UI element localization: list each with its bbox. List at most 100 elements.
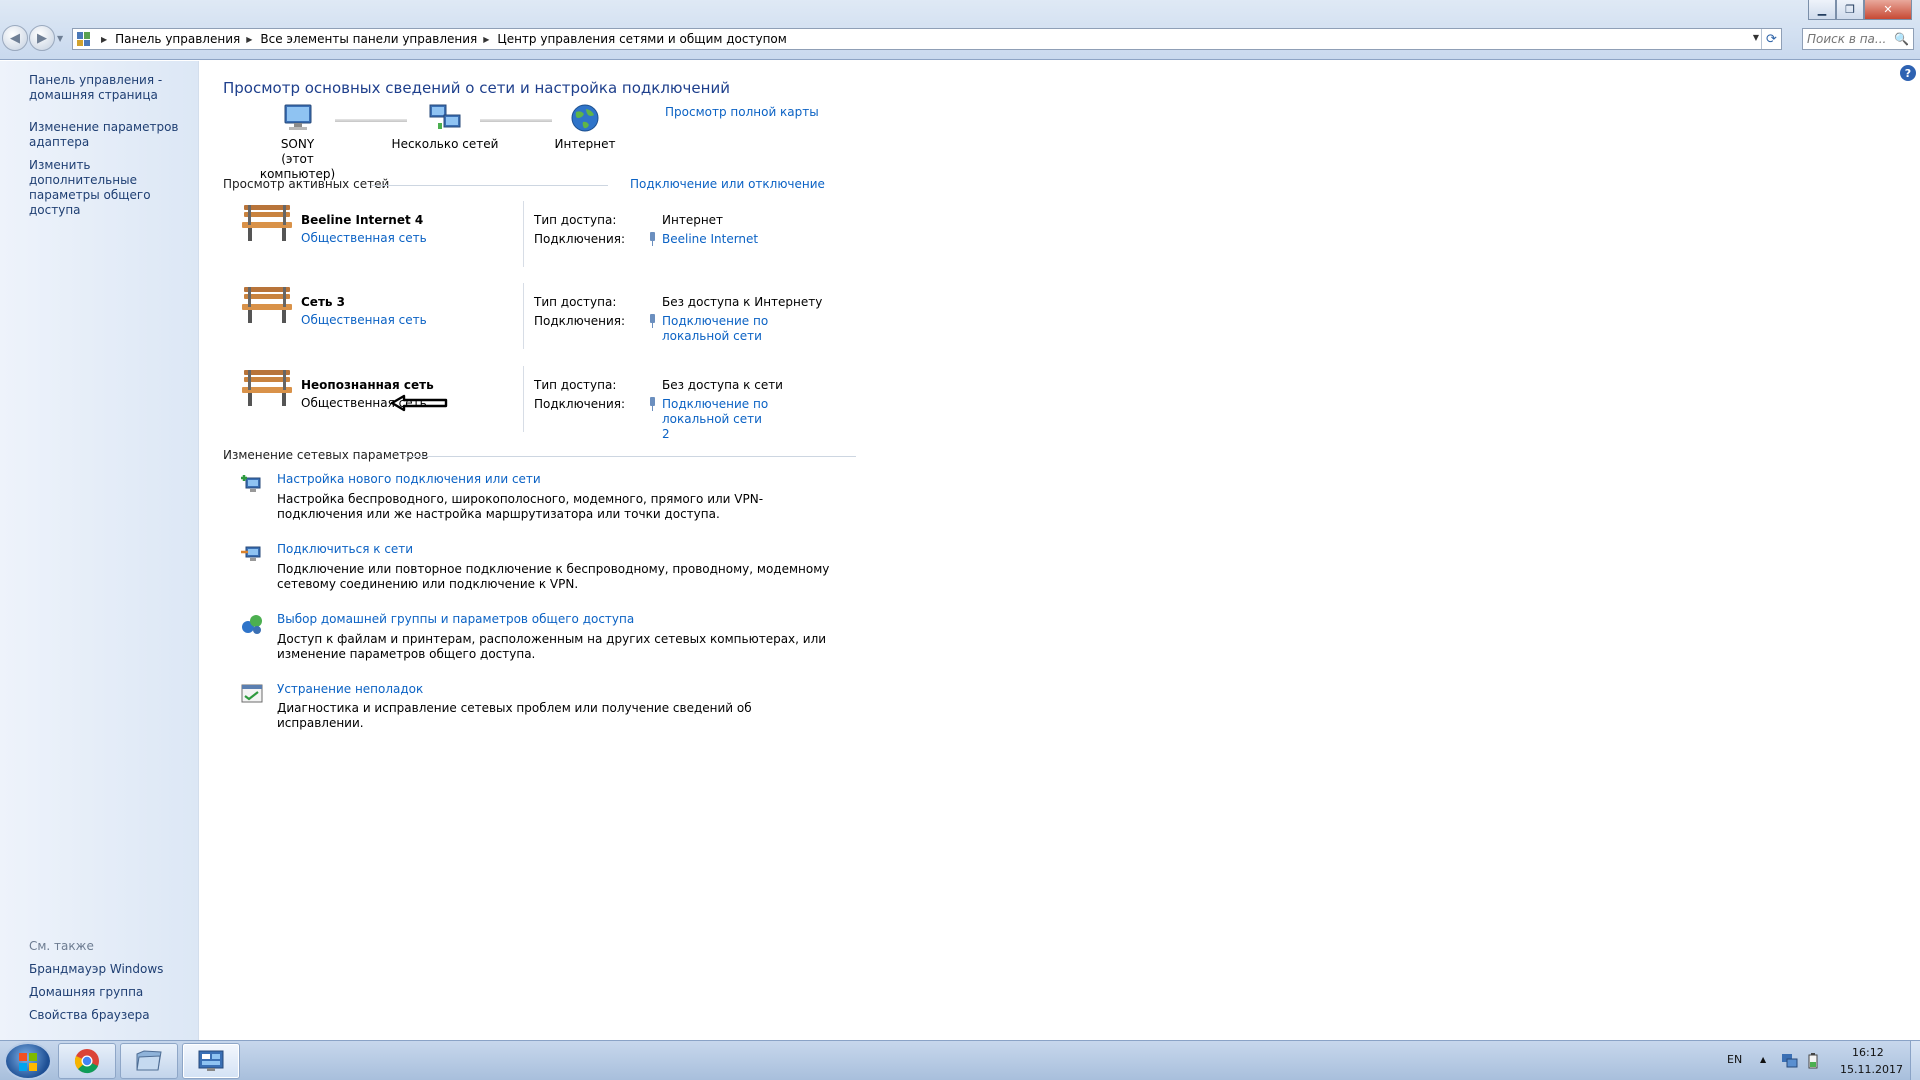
help-icon[interactable]: ? <box>1900 65 1916 81</box>
connections-label: Подключения: <box>534 397 626 411</box>
minimize-button[interactable]: ▁ <box>1808 0 1836 20</box>
public-network-bench-icon[interactable] <box>240 283 294 327</box>
breadcrumb-network-center[interactable]: Центр управления сетями и общим доступом <box>497 32 786 46</box>
network-divider <box>523 201 524 267</box>
connect-network-icon <box>241 546 261 561</box>
window-controls: ▁ ❐ ✕ <box>1808 0 1912 20</box>
task-description: Настройка беспроводного, широкополосного… <box>277 492 764 521</box>
connect-or-disconnect-link[interactable]: Подключение или отключение <box>630 177 825 191</box>
view-full-map-link[interactable]: Просмотр полной карты <box>665 105 819 119</box>
network-name: Неопознанная сеть <box>301 378 434 392</box>
multiple-networks-label: Несколько сетей <box>391 137 499 151</box>
globe-icon <box>571 104 599 132</box>
control-panel-icon <box>77 32 91 46</box>
window-titlebar: ▁ ❐ ✕ ◀ ▶ ▼ ▶ Панель управления ▶ Все эл… <box>0 0 1920 60</box>
recent-pages-dropdown[interactable]: ▼ <box>57 34 63 43</box>
input-language-indicator[interactable]: EN <box>1727 1053 1742 1066</box>
access-type-label: Тип доступа: <box>534 295 617 309</box>
advanced-sharing-settings-link[interactable]: Изменить дополнительные параметры общего… <box>29 158 197 218</box>
network-divider <box>523 366 524 432</box>
network-name: Beeline Internet 4 <box>301 213 424 227</box>
search-box: 🔍 <box>1802 28 1914 50</box>
task-description: Диагностика и исправление сетевых пробле… <box>277 701 752 730</box>
refresh-button[interactable]: ⟳ <box>1761 29 1781 49</box>
change-adapter-settings-link[interactable]: Изменение параметров адаптера <box>29 120 197 150</box>
section-divider <box>405 456 856 457</box>
maximize-button[interactable]: ❐ <box>1836 0 1864 20</box>
search-input[interactable] <box>1807 32 1893 46</box>
change-settings-heading: Изменение сетевых параметров <box>223 448 429 462</box>
address-dropdown[interactable]: ▼ <box>1753 33 1759 42</box>
task-title-link[interactable]: Выбор домашней группы и параметров общег… <box>277 612 634 626</box>
access-type-value: Без доступа к сети <box>662 378 783 392</box>
network-divider <box>523 283 524 349</box>
connections-label: Подключения: <box>534 314 626 328</box>
see-also-heading: См. также <box>29 939 94 953</box>
map-internet-node[interactable]: Интернет <box>545 103 625 152</box>
back-button[interactable]: ◀ <box>2 25 28 51</box>
start-button[interactable] <box>6 1044 50 1078</box>
breadcrumb-separator[interactable]: ▶ <box>101 35 107 44</box>
chrome-icon <box>74 1049 99 1074</box>
computer-name: SONY <box>280 137 315 151</box>
active-network-unidentified: Неопознанная сеть Общественная сеть Тип … <box>240 366 856 441</box>
access-type-label: Тип доступа: <box>534 213 617 227</box>
connections-label: Подключения: <box>534 232 626 246</box>
control-panel-taskbar-icon <box>198 1050 224 1071</box>
task-title-link[interactable]: Подключиться к сети <box>277 542 413 556</box>
task-title-link[interactable]: Устранение неполадок <box>277 682 423 696</box>
taskbar-explorer-button[interactable] <box>120 1043 178 1079</box>
see-also-browser-properties-link[interactable]: Свойства браузера <box>29 1008 197 1023</box>
access-type-value: Без доступа к Интернету <box>662 295 823 309</box>
active-networks-heading: Просмотр активных сетей <box>223 177 390 191</box>
taskbar-control-panel-button[interactable] <box>182 1043 240 1079</box>
network-tray-icon[interactable] <box>1781 1053 1799 1069</box>
map-connector-line <box>480 119 552 122</box>
show-desktop-button[interactable] <box>1910 1041 1920 1080</box>
taskbar-chrome-button[interactable] <box>58 1043 116 1079</box>
troubleshoot-icon <box>241 684 263 703</box>
access-type-label: Тип доступа: <box>534 378 617 392</box>
see-also-homegroup-link[interactable]: Домашняя группа <box>29 985 197 1000</box>
connection-link[interactable]: Подключение по локальной сети 2 <box>662 397 772 442</box>
task-description: Подключение или повторное подключение к … <box>277 562 830 591</box>
access-type-value: Интернет <box>662 213 724 227</box>
main-content: ? Просмотр основных сведений о сети и на… <box>200 61 1920 1040</box>
search-icon[interactable]: 🔍 <box>1894 32 1909 46</box>
computer-icon <box>284 104 311 130</box>
forward-button[interactable]: ▶ <box>29 25 55 51</box>
see-also-firewall-link[interactable]: Брандмауэр Windows <box>29 962 197 977</box>
public-network-bench-icon[interactable] <box>240 366 294 410</box>
breadcrumb-all-items[interactable]: Все элементы панели управления <box>260 32 477 46</box>
page-title: Просмотр основных сведений о сети и наст… <box>223 79 730 97</box>
network-type-link[interactable]: Общественная сеть <box>301 231 427 245</box>
wired-connection-icon <box>650 314 655 328</box>
public-network-bench-icon[interactable] <box>240 201 294 245</box>
section-divider <box>372 185 608 186</box>
internet-label: Интернет <box>554 137 616 151</box>
breadcrumb-separator[interactable]: ▶ <box>483 35 489 44</box>
active-network-set3: Сеть 3 Общественная сеть Тип доступа: Бе… <box>240 283 856 353</box>
task-description: Доступ к файлам и принтерам, расположенн… <box>277 632 827 661</box>
clock-time[interactable]: 16:12 <box>1852 1046 1884 1059</box>
left-navigation-pane: Панель управления - домашняя страница Из… <box>0 61 199 1040</box>
task-title-link[interactable]: Настройка нового подключения или сети <box>277 472 541 486</box>
close-button[interactable]: ✕ <box>1864 0 1912 20</box>
map-computer-node[interactable]: SONY (этот компьютер) <box>250 103 345 182</box>
navigation-buttons: ◀ ▶ ▼ <box>2 25 63 51</box>
connection-link[interactable]: Подключение по локальной сети <box>662 314 772 344</box>
map-networks-node[interactable]: Несколько сетей <box>390 103 500 152</box>
show-hidden-icons-button[interactable]: ▲ <box>1760 1055 1766 1064</box>
breadcrumb-control-panel[interactable]: Панель управления <box>115 32 240 46</box>
address-bar[interactable]: ▶ Панель управления ▶ Все элементы панел… <box>72 28 1782 50</box>
network-type-link[interactable]: Общественная сеть <box>301 313 427 327</box>
annotation-arrow-icon <box>390 394 448 412</box>
wired-connection-icon <box>650 397 655 411</box>
active-network-beeline: Beeline Internet 4 Общественная сеть Тип… <box>240 201 856 271</box>
control-panel-home-link[interactable]: Панель управления - домашняя страница <box>29 73 197 103</box>
clock-date[interactable]: 15.11.2017 <box>1840 1063 1903 1076</box>
battery-power-icon[interactable] <box>1807 1053 1819 1069</box>
network-name: Сеть 3 <box>301 295 346 309</box>
breadcrumb-separator[interactable]: ▶ <box>246 35 252 44</box>
connection-link[interactable]: Beeline Internet <box>662 232 812 247</box>
